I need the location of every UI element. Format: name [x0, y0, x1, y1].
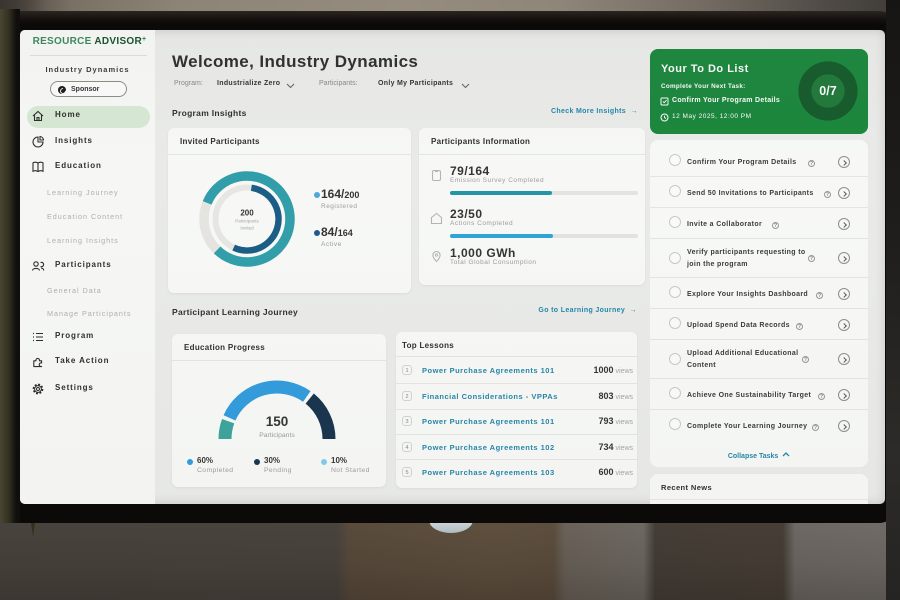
svg-text:Invited: Invited: [240, 226, 254, 231]
svg-text:200: 200: [240, 209, 254, 218]
svg-text:Participants: Participants: [235, 219, 259, 224]
